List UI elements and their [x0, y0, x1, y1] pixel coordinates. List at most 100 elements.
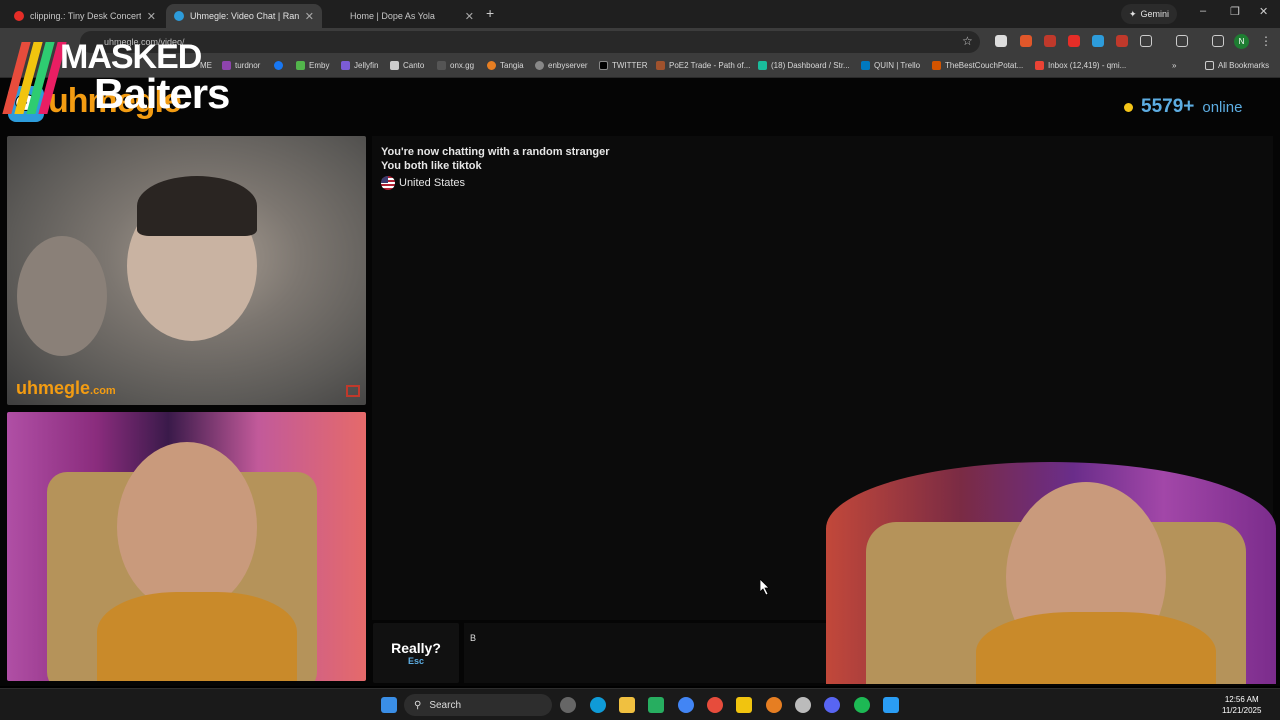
close-window-icon[interactable]: ✕: [1259, 5, 1268, 18]
gemini-button[interactable]: ✦ Gemini: [1121, 4, 1178, 24]
emby-icon: [296, 61, 305, 70]
stop-button[interactable]: Really? Esc: [373, 623, 459, 683]
windows-start-icon[interactable]: [381, 697, 397, 713]
youtube-icon: [14, 11, 24, 21]
close-icon[interactable]: ✕: [465, 10, 474, 23]
bookmark-item[interactable]: [274, 61, 283, 70]
trello-icon: [861, 61, 870, 70]
tab-title: Uhmegle: Video Chat | Rand: [190, 11, 299, 21]
close-icon[interactable]: ✕: [305, 10, 314, 23]
sticky-notes-icon[interactable]: [736, 697, 752, 713]
spotify-icon[interactable]: [854, 697, 870, 713]
poe-icon: [656, 61, 665, 70]
bookmark-item[interactable]: (18) Dashboard / Str...: [758, 61, 850, 70]
extension-icon[interactable]: [1044, 35, 1056, 47]
uhmegle-watermark: uhmegle.com: [16, 378, 116, 399]
page-icon: [334, 11, 344, 21]
bookmark-item[interactable]: TheBestCouchPotat...: [932, 61, 1023, 70]
bookmark-label: turdnor: [235, 61, 261, 70]
bookmark-item[interactable]: Emby: [296, 61, 329, 70]
us-flag-icon: [381, 176, 395, 190]
firefox-icon[interactable]: [766, 697, 782, 713]
globe-icon: [535, 61, 544, 70]
menu-icon[interactable]: ⋮: [1260, 34, 1272, 48]
file-explorer-icon[interactable]: [619, 697, 635, 713]
extension-icon[interactable]: [995, 35, 1007, 47]
all-bookmarks[interactable]: All Bookmarks: [1205, 61, 1269, 70]
couch-icon: [932, 61, 941, 70]
bookmark-item[interactable]: turdnor: [222, 61, 260, 70]
online-count: 5579+: [1141, 96, 1195, 117]
common-interest-message: You both like tiktok: [381, 160, 482, 172]
extension-icon[interactable]: [1068, 35, 1080, 47]
bookmark-label: TWITTER: [612, 61, 648, 70]
uhmegle-icon: [174, 11, 184, 21]
report-icon[interactable]: [346, 385, 360, 397]
search-label: Search: [429, 699, 462, 711]
app-icon[interactable]: [707, 697, 723, 713]
tab-youtube[interactable]: clipping.: Tiny Desk Concert - Yo ✕: [6, 4, 164, 28]
minimize-icon[interactable]: –: [1200, 5, 1206, 17]
facebook-icon: [274, 61, 283, 70]
bookmark-label: TheBestCouchPotat...: [945, 61, 1024, 70]
bookmark-item[interactable]: Tangia: [487, 61, 524, 70]
tab-dope-as-yola[interactable]: Home | Dope As Yola ✕: [326, 4, 482, 28]
sparkle-icon: ✦: [1129, 8, 1137, 19]
folder-icon: [390, 61, 399, 70]
country-name: United States: [399, 176, 466, 189]
taskbar-search[interactable]: ⚲ Search: [404, 694, 552, 716]
onx-icon: [437, 61, 446, 70]
close-icon[interactable]: ✕: [147, 10, 156, 23]
search-icon: ⚲: [414, 699, 422, 711]
bookmark-item[interactable]: PoE2 Trade - Path of...: [656, 61, 750, 70]
edge-icon[interactable]: [590, 697, 606, 713]
stop-label: Really?: [391, 640, 441, 656]
extension-icon[interactable]: [1092, 35, 1104, 47]
bookmark-label: Tangia: [500, 61, 524, 70]
dashboard-icon: [758, 61, 767, 70]
tab-uhmegle[interactable]: Uhmegle: Video Chat | Rand ✕: [166, 4, 322, 28]
media-icon[interactable]: [1212, 35, 1224, 47]
profile-avatar[interactable]: N: [1234, 34, 1249, 49]
new-tab-button[interactable]: +: [486, 5, 494, 21]
streamer-shirt: [976, 612, 1216, 684]
x-icon: [599, 61, 608, 70]
bookmark-item[interactable]: TWITTER: [599, 61, 648, 70]
system-clock[interactable]: 12:56 AM 11/21/2025: [1222, 694, 1261, 716]
discord-icon[interactable]: [824, 697, 840, 713]
uhmegle-page: 💬 uhmegle 5579+ online uhmegle.com You'r…: [0, 78, 1280, 686]
bookmark-item[interactable]: onx.gg: [437, 61, 474, 70]
bookmark-item[interactable]: Inbox (12,419) - qmi...: [1035, 61, 1126, 70]
app-icon[interactable]: [795, 697, 811, 713]
profile-initial: N: [1238, 37, 1245, 46]
puzzle-icon[interactable]: [1140, 35, 1152, 47]
clock-date: 11/21/2025: [1222, 706, 1262, 715]
bookmark-item[interactable]: Jellyfin: [341, 61, 378, 70]
self-face: [117, 442, 257, 612]
bookmark-label: PoE2 Trade - Path of...: [669, 61, 751, 70]
windows-taskbar: ⚲ Search 12:56 AM 11/21/2025: [0, 688, 1280, 720]
sidepanel-icon[interactable]: [1176, 35, 1188, 47]
bookmark-item[interactable]: QUIN | Trello: [861, 61, 920, 70]
widgets-icon[interactable]: [560, 697, 576, 713]
play-icon[interactable]: [648, 697, 664, 713]
message-text: B: [470, 633, 477, 643]
extension-icon[interactable]: [1020, 35, 1032, 47]
star-icon[interactable]: ☆: [962, 34, 973, 48]
extension-icon[interactable]: [1116, 35, 1128, 47]
maximize-icon[interactable]: ❐: [1230, 5, 1240, 18]
message-input[interactable]: B: [464, 623, 826, 683]
app-icon[interactable]: [883, 697, 899, 713]
more-bookmarks-icon[interactable]: »: [1172, 61, 1176, 70]
browser-tab-bar: clipping.: Tiny Desk Concert - Yo ✕ Uhme…: [0, 0, 1280, 28]
chrome-icon[interactable]: [678, 697, 694, 713]
bookmark-label: (18) Dashboard / Str...: [771, 61, 850, 70]
online-label: online: [1202, 98, 1243, 116]
stranger-hair: [137, 176, 257, 236]
status-dot-icon: [1124, 102, 1133, 112]
streamer-cam-overlay: [826, 462, 1276, 684]
plush-toy: [17, 236, 107, 356]
bookmark-label: Inbox (12,419) - qmi...: [1048, 61, 1127, 70]
bookmark-item[interactable]: enbyserver: [535, 61, 588, 70]
bookmark-item[interactable]: Canto: [390, 61, 424, 70]
